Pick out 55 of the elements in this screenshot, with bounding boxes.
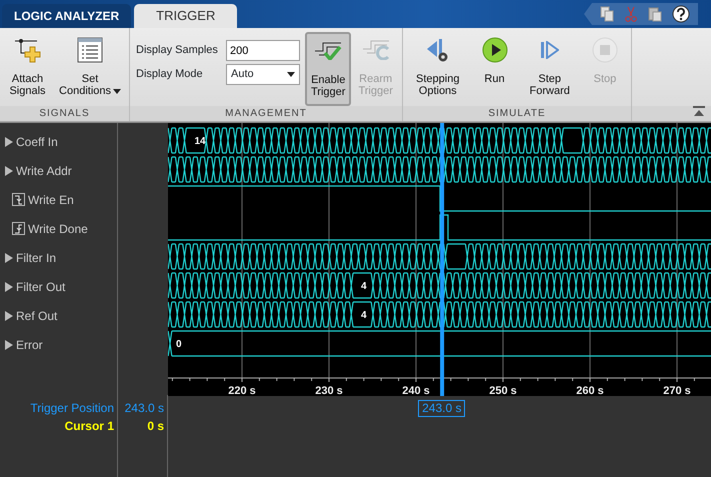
expand-icon[interactable] [5, 282, 13, 292]
time-tick-label: 270 s [663, 385, 691, 396]
expand-icon[interactable] [5, 166, 13, 176]
ribbon-button[interactable]: Attach Signals [3, 32, 52, 106]
caret-icon [113, 88, 121, 94]
cursor-value: 243.0 s [124, 401, 164, 415]
time-tick-label: 240 s [402, 385, 430, 396]
copy-icon[interactable] [600, 6, 614, 22]
expand-icon[interactable] [5, 136, 13, 146]
collapse-ribbon-icon[interactable] [693, 106, 705, 116]
display-mode-dropdown[interactable]: Auto [226, 64, 300, 85]
ribbon-button[interactable]: Set Conditions [54, 32, 126, 106]
signal-value: 14 [194, 136, 206, 147]
ribbon-button[interactable]: Enable Trigger [305, 32, 352, 106]
rising-edge-icon[interactable] [12, 222, 25, 235]
time-tick-label: 220 s [228, 385, 256, 396]
time-tick-label: 250 s [489, 385, 517, 396]
section-title: SIMULATE [403, 106, 631, 121]
signal-name[interactable]: Write Done [28, 220, 88, 238]
trigger-time-label: 243.0 s [418, 400, 466, 417]
expand-icon[interactable] [5, 310, 13, 320]
section-title: MANAGEMENT [130, 106, 402, 121]
caret-icon [287, 72, 295, 77]
signal-name[interactable]: Error [16, 336, 43, 354]
field-label: Display Samples [136, 43, 219, 58]
signal-name[interactable]: Write Addr [16, 162, 72, 180]
signal-name[interactable]: Write En [28, 190, 74, 208]
field-label: Display Mode [136, 67, 204, 82]
signal-value: 0 [176, 339, 182, 350]
signal-value: 4 [361, 310, 367, 321]
signal-name[interactable]: Ref Out [16, 306, 58, 324]
expand-icon[interactable] [5, 252, 13, 262]
ribbon-tab[interactable]: TRIGGER [134, 4, 238, 28]
signal-value: 4 [361, 281, 367, 292]
cursor-label: Cursor 1 [64, 419, 114, 433]
section-title: SIGNALS [0, 106, 129, 121]
ribbon-button[interactable]: Step Forward [522, 32, 577, 106]
ribbon-button[interactable]: Run [474, 32, 514, 106]
signal-name[interactable]: Filter In [16, 248, 56, 266]
signal-name[interactable]: Filter Out [16, 278, 66, 296]
help-icon[interactable] [672, 5, 690, 23]
ribbon-tab[interactable]: LOGIC ANALYZER [2, 4, 132, 28]
time-tick-label: 230 s [315, 385, 343, 396]
list-window-icon [77, 35, 103, 65]
falling-edge-icon[interactable] [12, 193, 25, 206]
signal-name[interactable]: Coeff In [16, 132, 58, 150]
ribbon-button[interactable]: Stepping Options [409, 32, 466, 106]
time-tick-label: 260 s [576, 385, 604, 396]
stop-icon [592, 35, 618, 65]
paste-icon[interactable] [648, 6, 662, 22]
expand-icon[interactable] [5, 340, 13, 350]
display-samples-field[interactable]: 200 [226, 40, 300, 61]
cursor-value: 0 s [147, 419, 164, 433]
cursor-label: Trigger Position [30, 401, 114, 415]
play-icon [482, 35, 508, 65]
